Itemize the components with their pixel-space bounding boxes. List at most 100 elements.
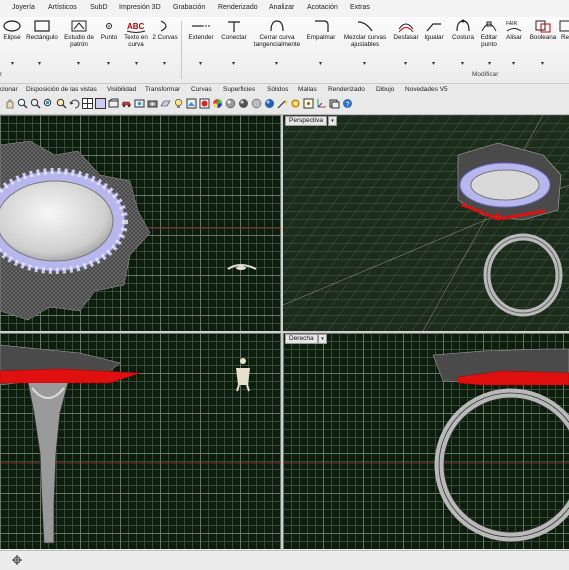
help-icon[interactable]: ?	[342, 98, 353, 109]
viewport-front[interactable]	[0, 333, 281, 549]
viewport-menu-arrow[interactable]: ▾	[328, 116, 337, 126]
tab-mallas[interactable]: Mallas	[298, 86, 317, 93]
svg-text:?: ?	[346, 102, 350, 109]
chevron-down-icon[interactable]: ▾	[404, 60, 407, 67]
tab-dibujo[interactable]: Dibujo	[376, 86, 394, 93]
light-bulb-icon[interactable]	[173, 98, 184, 109]
shaded-sphere-icon[interactable]	[225, 98, 236, 109]
tool-match[interactable]: Igualar	[419, 19, 449, 41]
tab-solidos[interactable]: Sólidos	[267, 86, 288, 93]
menu-renderizado[interactable]: Renderizado	[218, 4, 258, 11]
zoom-selected-icon[interactable]	[56, 98, 67, 109]
tool-rectangle[interactable]: Rectángulo	[24, 19, 60, 41]
material-red-icon[interactable]	[199, 98, 210, 109]
tool-extend[interactable]: Extender	[183, 19, 219, 41]
chevron-down-icon[interactable]: ▾	[232, 60, 235, 67]
chevron-down-icon[interactable]: ▾	[432, 60, 435, 67]
tool-two-curves[interactable]: 2 Curvas	[151, 19, 179, 41]
viewport-right[interactable]: Derecha ▾	[283, 333, 569, 549]
chevron-down-icon[interactable]: ▾	[488, 60, 491, 67]
chevron-down-icon[interactable]: ▾	[135, 60, 138, 67]
plane-icon[interactable]	[160, 98, 171, 109]
chevron-down-icon[interactable]: ▾	[11, 60, 14, 67]
tab-visibilidad[interactable]: Visibilidad	[107, 86, 136, 93]
menu-analizar[interactable]: Analizar	[269, 4, 294, 11]
tab-superficies[interactable]: Superficies	[223, 86, 255, 93]
xray-sphere-icon[interactable]	[264, 98, 275, 109]
menu-subd[interactable]: SubD	[90, 4, 108, 11]
viewport-menu-arrow[interactable]: ▾	[318, 334, 327, 344]
zoom-extents-icon[interactable]	[43, 98, 54, 109]
viewport-splitter-horizontal[interactable]	[0, 331, 569, 333]
chevron-down-icon[interactable]: ▾	[38, 60, 41, 67]
tool-fair[interactable]: FAIR Alisar	[500, 19, 528, 41]
text-curve-icon: ABC	[126, 22, 146, 33]
rendered-sphere-icon[interactable]	[238, 98, 249, 109]
boolean-icon	[535, 20, 551, 33]
viewport-label-right[interactable]: Derecha	[285, 334, 318, 344]
color-wheel-icon[interactable]	[212, 98, 223, 109]
menu-joyeria[interactable]: Joyería	[12, 4, 35, 11]
tab-novedades-v5[interactable]: Novedades V5	[405, 86, 448, 93]
viewport-top[interactable]	[0, 115, 281, 331]
camera-icon[interactable]	[147, 98, 158, 109]
named-view-icon[interactable]	[134, 98, 145, 109]
tool-blend-curves[interactable]: Mezclar curvas ajustables	[339, 19, 391, 48]
chevron-down-icon[interactable]: ▾	[363, 60, 366, 67]
zoom-icon[interactable]	[17, 98, 28, 109]
zoom-window-icon[interactable]	[30, 98, 41, 109]
grid-four-view-icon[interactable]	[82, 98, 93, 109]
chevron-down-icon[interactable]: ▾	[512, 60, 515, 67]
tab-seleccionar[interactable]: cionar	[0, 86, 18, 93]
car-view-icon[interactable]	[121, 98, 132, 109]
tool-boolean[interactable]: Booleana	[526, 19, 560, 41]
axis-icon[interactable]	[316, 98, 327, 109]
toggle-view-icon[interactable]	[108, 98, 119, 109]
connect-icon	[228, 21, 240, 32]
gear-icon[interactable]	[290, 98, 301, 109]
chevron-down-icon[interactable]: ▾	[163, 60, 166, 67]
menu-impresion-3d[interactable]: Impresión 3D	[119, 4, 161, 11]
layers-icon[interactable]	[329, 98, 340, 109]
single-view-icon[interactable]	[95, 98, 106, 109]
chevron-down-icon[interactable]: ▾	[319, 60, 322, 67]
two-curves-icon	[160, 20, 167, 32]
hand-pan-icon[interactable]	[4, 98, 15, 109]
chevron-down-icon[interactable]: ▾	[461, 60, 464, 67]
chevron-down-icon[interactable]: ▾	[275, 60, 278, 67]
tab-renderizado[interactable]: Renderizado	[328, 86, 365, 93]
status-bar	[0, 550, 569, 570]
chevron-down-icon[interactable]: ▾	[199, 60, 202, 67]
ribbon-group-label-left: r	[0, 71, 3, 78]
tool-offset[interactable]: Desfasar	[389, 19, 423, 41]
compass-icon[interactable]	[12, 555, 22, 565]
viewport-label-perspective[interactable]: Perspectiva	[285, 116, 327, 126]
viewport-perspective[interactable]: Perspectiva ▾	[283, 115, 569, 331]
tool-edit-point[interactable]: Editar punto	[476, 19, 502, 48]
tab-disposicion-vistas[interactable]: Disposición de las vistas	[26, 86, 97, 93]
tool-text-on-curve[interactable]: ABC Texto en curva	[120, 19, 152, 48]
menu-extras[interactable]: Extras	[350, 4, 370, 11]
chevron-down-icon[interactable]: ▾	[541, 60, 544, 67]
menu-grabacion[interactable]: Grabación	[173, 4, 205, 11]
tool-connect[interactable]: Conectar	[217, 19, 251, 41]
menu-artisticos[interactable]: Artísticos	[48, 4, 77, 11]
tool-pattern-studio[interactable]: Estudio de patrón	[60, 19, 98, 48]
render-preview-icon[interactable]	[186, 98, 197, 109]
tab-curvas[interactable]: Curvas	[191, 86, 212, 93]
ribbon-separator	[181, 21, 182, 79]
wand-icon[interactable]	[277, 98, 288, 109]
tab-transformar[interactable]: Transformar	[145, 86, 180, 93]
tool-seam[interactable]: Costura	[447, 19, 479, 41]
tool-fillet[interactable]: Empalmar	[303, 19, 339, 41]
chevron-down-icon[interactable]: ▾	[107, 60, 110, 67]
grid-snap-icon[interactable]	[303, 98, 314, 109]
tool-close-curve-tangent[interactable]: Cerrar curva tangencialmente	[250, 19, 304, 48]
menu-acotacion[interactable]: Acotación	[307, 4, 338, 11]
chevron-down-icon[interactable]: ▾	[77, 60, 80, 67]
menu-bar: Joyería Artísticos SubD Impresión 3D Gra…	[0, 0, 569, 18]
tool-point[interactable]: Punto	[96, 19, 122, 41]
ghosted-sphere-icon[interactable]	[251, 98, 262, 109]
tool-re[interactable]: Re	[557, 19, 569, 41]
rotate-view-icon[interactable]	[69, 98, 80, 109]
